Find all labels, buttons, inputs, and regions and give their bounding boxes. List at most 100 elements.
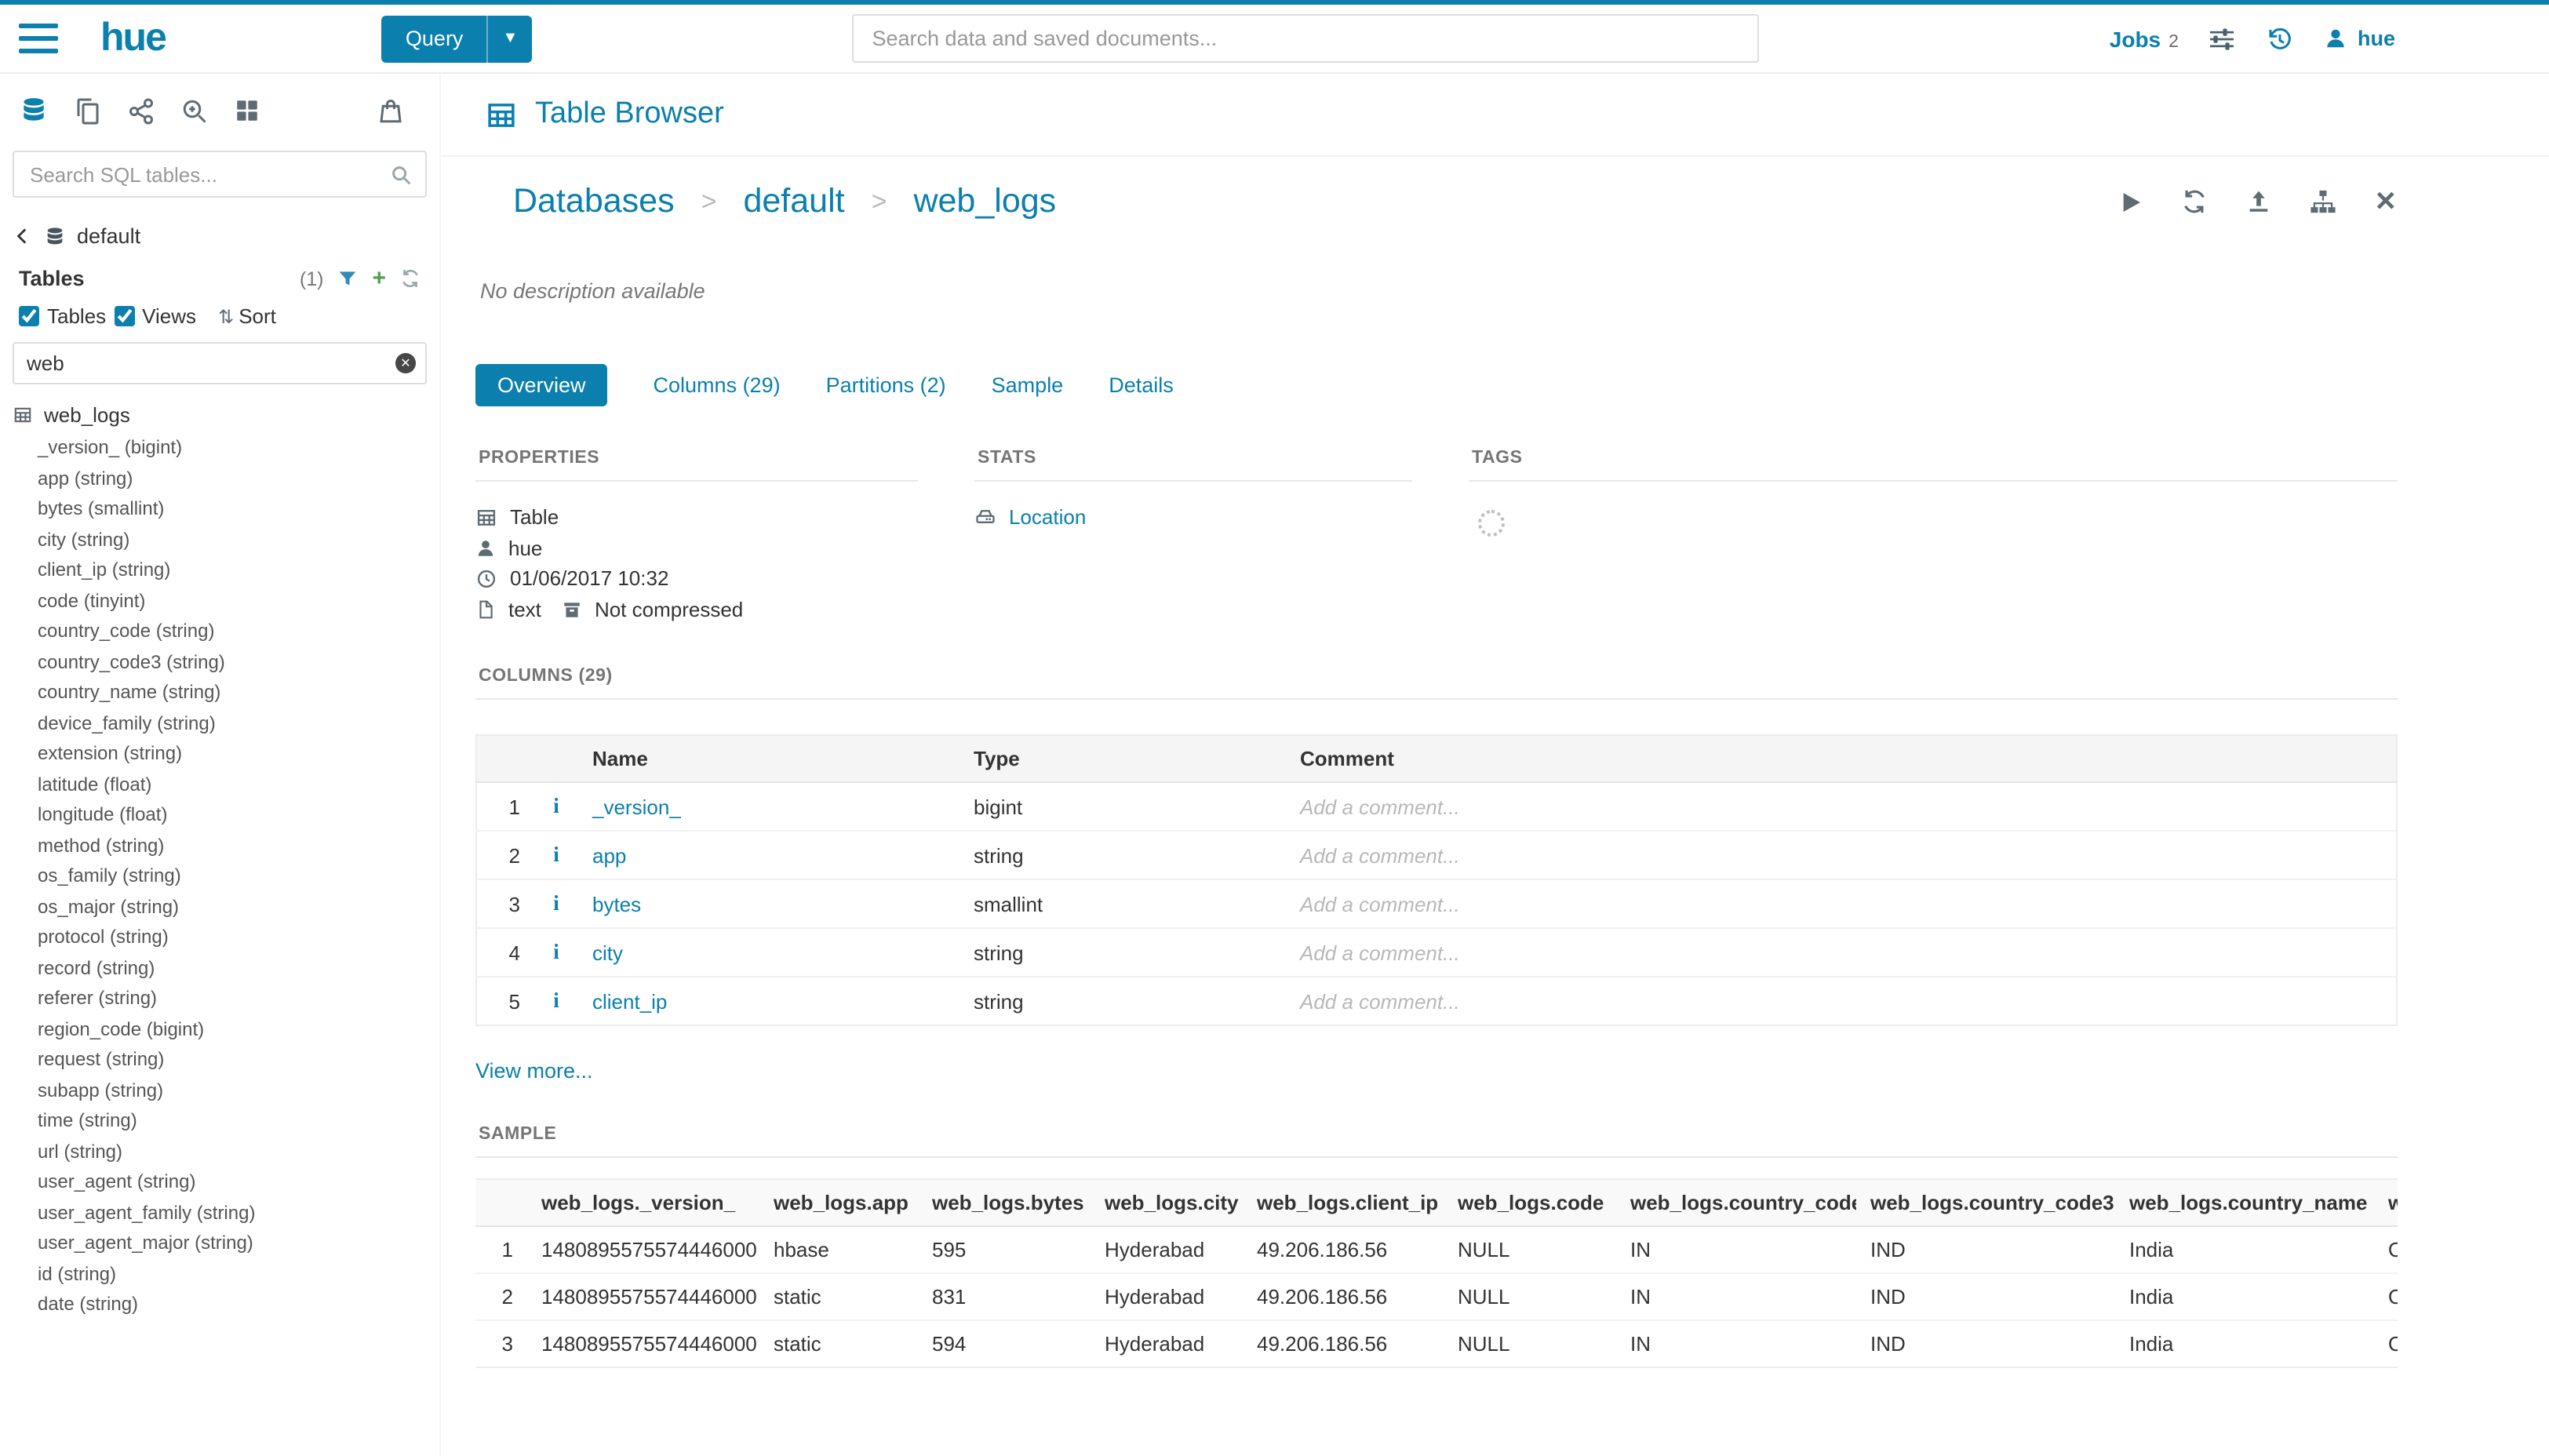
tables-checkbox[interactable]	[19, 306, 39, 326]
info-icon[interactable]: i	[553, 891, 559, 915]
column-item[interactable]: user_agent (string)	[13, 1167, 427, 1198]
column-item[interactable]: url (string)	[13, 1137, 427, 1167]
column-item[interactable]: city (string)	[13, 525, 427, 555]
column-item[interactable]: client_ip (string)	[13, 555, 427, 586]
column-item[interactable]: id (string)	[13, 1259, 427, 1290]
column-name-link[interactable]: app	[592, 843, 626, 867]
tab-overview[interactable]: Overview	[475, 364, 608, 406]
column-item[interactable]: country_code3 (string)	[13, 647, 427, 678]
tab-partitions[interactable]: Partitions (2)	[826, 373, 946, 397]
add-comment-field[interactable]: Add a comment...	[1287, 831, 2396, 879]
jobs-link[interactable]: Jobs 2	[2110, 26, 2179, 51]
tab-columns[interactable]: Columns (29)	[654, 373, 781, 397]
add-comment-field[interactable]: Add a comment...	[1287, 879, 2396, 928]
sort-control[interactable]: ⇅ Sort	[218, 304, 276, 328]
breadcrumb-separator: >	[701, 186, 717, 217]
hue-logo[interactable]: hue	[100, 16, 166, 61]
jobs-count-badge: 2	[2168, 32, 2179, 51]
clear-filter-icon[interactable]: ✕	[395, 353, 416, 373]
user-menu[interactable]: hue	[2325, 27, 2395, 50]
add-comment-field[interactable]: Add a comment...	[1287, 977, 2396, 1025]
refresh-icon[interactable]	[2182, 188, 2209, 215]
apps-grid-icon[interactable]	[234, 97, 260, 124]
column-name-link[interactable]: bytes	[592, 892, 641, 915]
breadcrumb-default[interactable]: default	[743, 182, 844, 221]
column-item[interactable]: code (tinyint)	[13, 586, 427, 617]
filter-funnel-icon[interactable]	[337, 268, 358, 289]
add-comment-field[interactable]: Add a comment...	[1287, 928, 2396, 977]
column-name-link[interactable]: client_ip	[592, 989, 667, 1013]
add-table-icon[interactable]: +	[372, 268, 386, 289]
column-item[interactable]: date (string)	[13, 1290, 427, 1320]
column-item[interactable]: protocol (string)	[13, 923, 427, 953]
info-icon[interactable]: i	[553, 794, 559, 817]
tab-details[interactable]: Details	[1109, 373, 1174, 397]
column-item[interactable]: latitude (float)	[13, 770, 427, 800]
column-item[interactable]: device_family (string)	[13, 708, 427, 739]
column-item[interactable]: referer (string)	[13, 984, 427, 1014]
table-item-web-logs[interactable]: web_logs	[13, 403, 427, 433]
column-item[interactable]: os_major (string)	[13, 892, 427, 923]
close-icon[interactable]: ✕	[2375, 186, 2398, 217]
file-icon	[475, 599, 496, 620]
bag-icon[interactable]	[377, 96, 405, 125]
database-name[interactable]: default	[77, 224, 140, 248]
location-link[interactable]: Location	[1009, 505, 1086, 529]
column-item[interactable]: request (string)	[13, 1045, 427, 1076]
views-checkbox[interactable]	[114, 306, 134, 326]
global-search-input[interactable]	[852, 14, 1759, 63]
comment-header: Comment	[1287, 735, 2396, 782]
tables-checkbox-label[interactable]: Tables	[19, 304, 106, 328]
info-icon[interactable]: i	[553, 843, 559, 866]
topbar: hue Query ▼ Jobs 2 hue	[0, 0, 2549, 74]
column-name-link[interactable]: city	[592, 941, 623, 964]
table-filter-input[interactable]	[13, 342, 427, 384]
query-play-icon[interactable]	[2119, 189, 2144, 214]
global-search	[532, 14, 2078, 63]
column-item[interactable]: subapp (string)	[13, 1076, 427, 1106]
history-icon[interactable]	[2267, 24, 2295, 53]
column-item[interactable]: record (string)	[13, 953, 427, 984]
column-item[interactable]: method (string)	[13, 831, 427, 861]
column-item[interactable]: region_code (bigint)	[13, 1014, 427, 1045]
column-item[interactable]: _version_ (bigint)	[13, 433, 427, 464]
column-item[interactable]: user_agent_major (string)	[13, 1228, 427, 1259]
column-item[interactable]: extension (string)	[13, 739, 427, 770]
views-checkbox-label[interactable]: Views	[114, 304, 196, 328]
query-button[interactable]: Query ▼	[382, 15, 532, 62]
sample-cell: 594	[918, 1320, 1091, 1367]
column-item[interactable]: user_agent_family (string)	[13, 1198, 427, 1228]
back-chevron-icon[interactable]	[13, 226, 33, 246]
sample-column-header: web_logs.app	[759, 1179, 918, 1226]
refresh-tables-icon[interactable]	[400, 268, 421, 289]
info-icon[interactable]: i	[553, 940, 559, 963]
column-item[interactable]: app (string)	[13, 464, 427, 494]
sitemap-icon[interactable]	[2310, 188, 2337, 215]
table-filter-options: Tables Views ⇅ Sort	[0, 297, 439, 342]
search-plus-icon[interactable]	[180, 96, 209, 125]
column-item[interactable]: bytes (smallint)	[13, 494, 427, 525]
share-nodes-icon[interactable]	[127, 96, 155, 125]
tab-sample[interactable]: Sample	[992, 373, 1064, 397]
column-name-link[interactable]: _version_	[592, 795, 681, 818]
info-icon[interactable]: i	[553, 988, 559, 1012]
view-more-link[interactable]: View more...	[475, 1059, 593, 1083]
query-dropdown-caret-icon[interactable]: ▼	[486, 15, 532, 62]
column-item[interactable]: country_name (string)	[13, 678, 427, 708]
upload-icon[interactable]	[2246, 188, 2273, 215]
breadcrumb-databases[interactable]: Databases	[513, 182, 675, 221]
settings-sliders-icon[interactable]	[2209, 24, 2237, 53]
search-icon[interactable]	[389, 163, 413, 187]
column-item[interactable]: os_family (string)	[13, 861, 427, 892]
database-browser-icon[interactable]	[19, 96, 49, 126]
column-item[interactable]: time (string)	[13, 1106, 427, 1137]
query-button-label: Query	[382, 15, 487, 62]
row-number: 3	[476, 879, 533, 928]
breadcrumb-web-logs[interactable]: web_logs	[913, 182, 1056, 221]
add-comment-field[interactable]: Add a comment...	[1287, 782, 2396, 831]
menu-icon[interactable]	[19, 24, 58, 53]
column-item[interactable]: country_code (string)	[13, 617, 427, 647]
sql-tables-search-input[interactable]	[13, 151, 427, 198]
documents-icon[interactable]	[74, 96, 102, 125]
column-item[interactable]: longitude (float)	[13, 800, 427, 831]
